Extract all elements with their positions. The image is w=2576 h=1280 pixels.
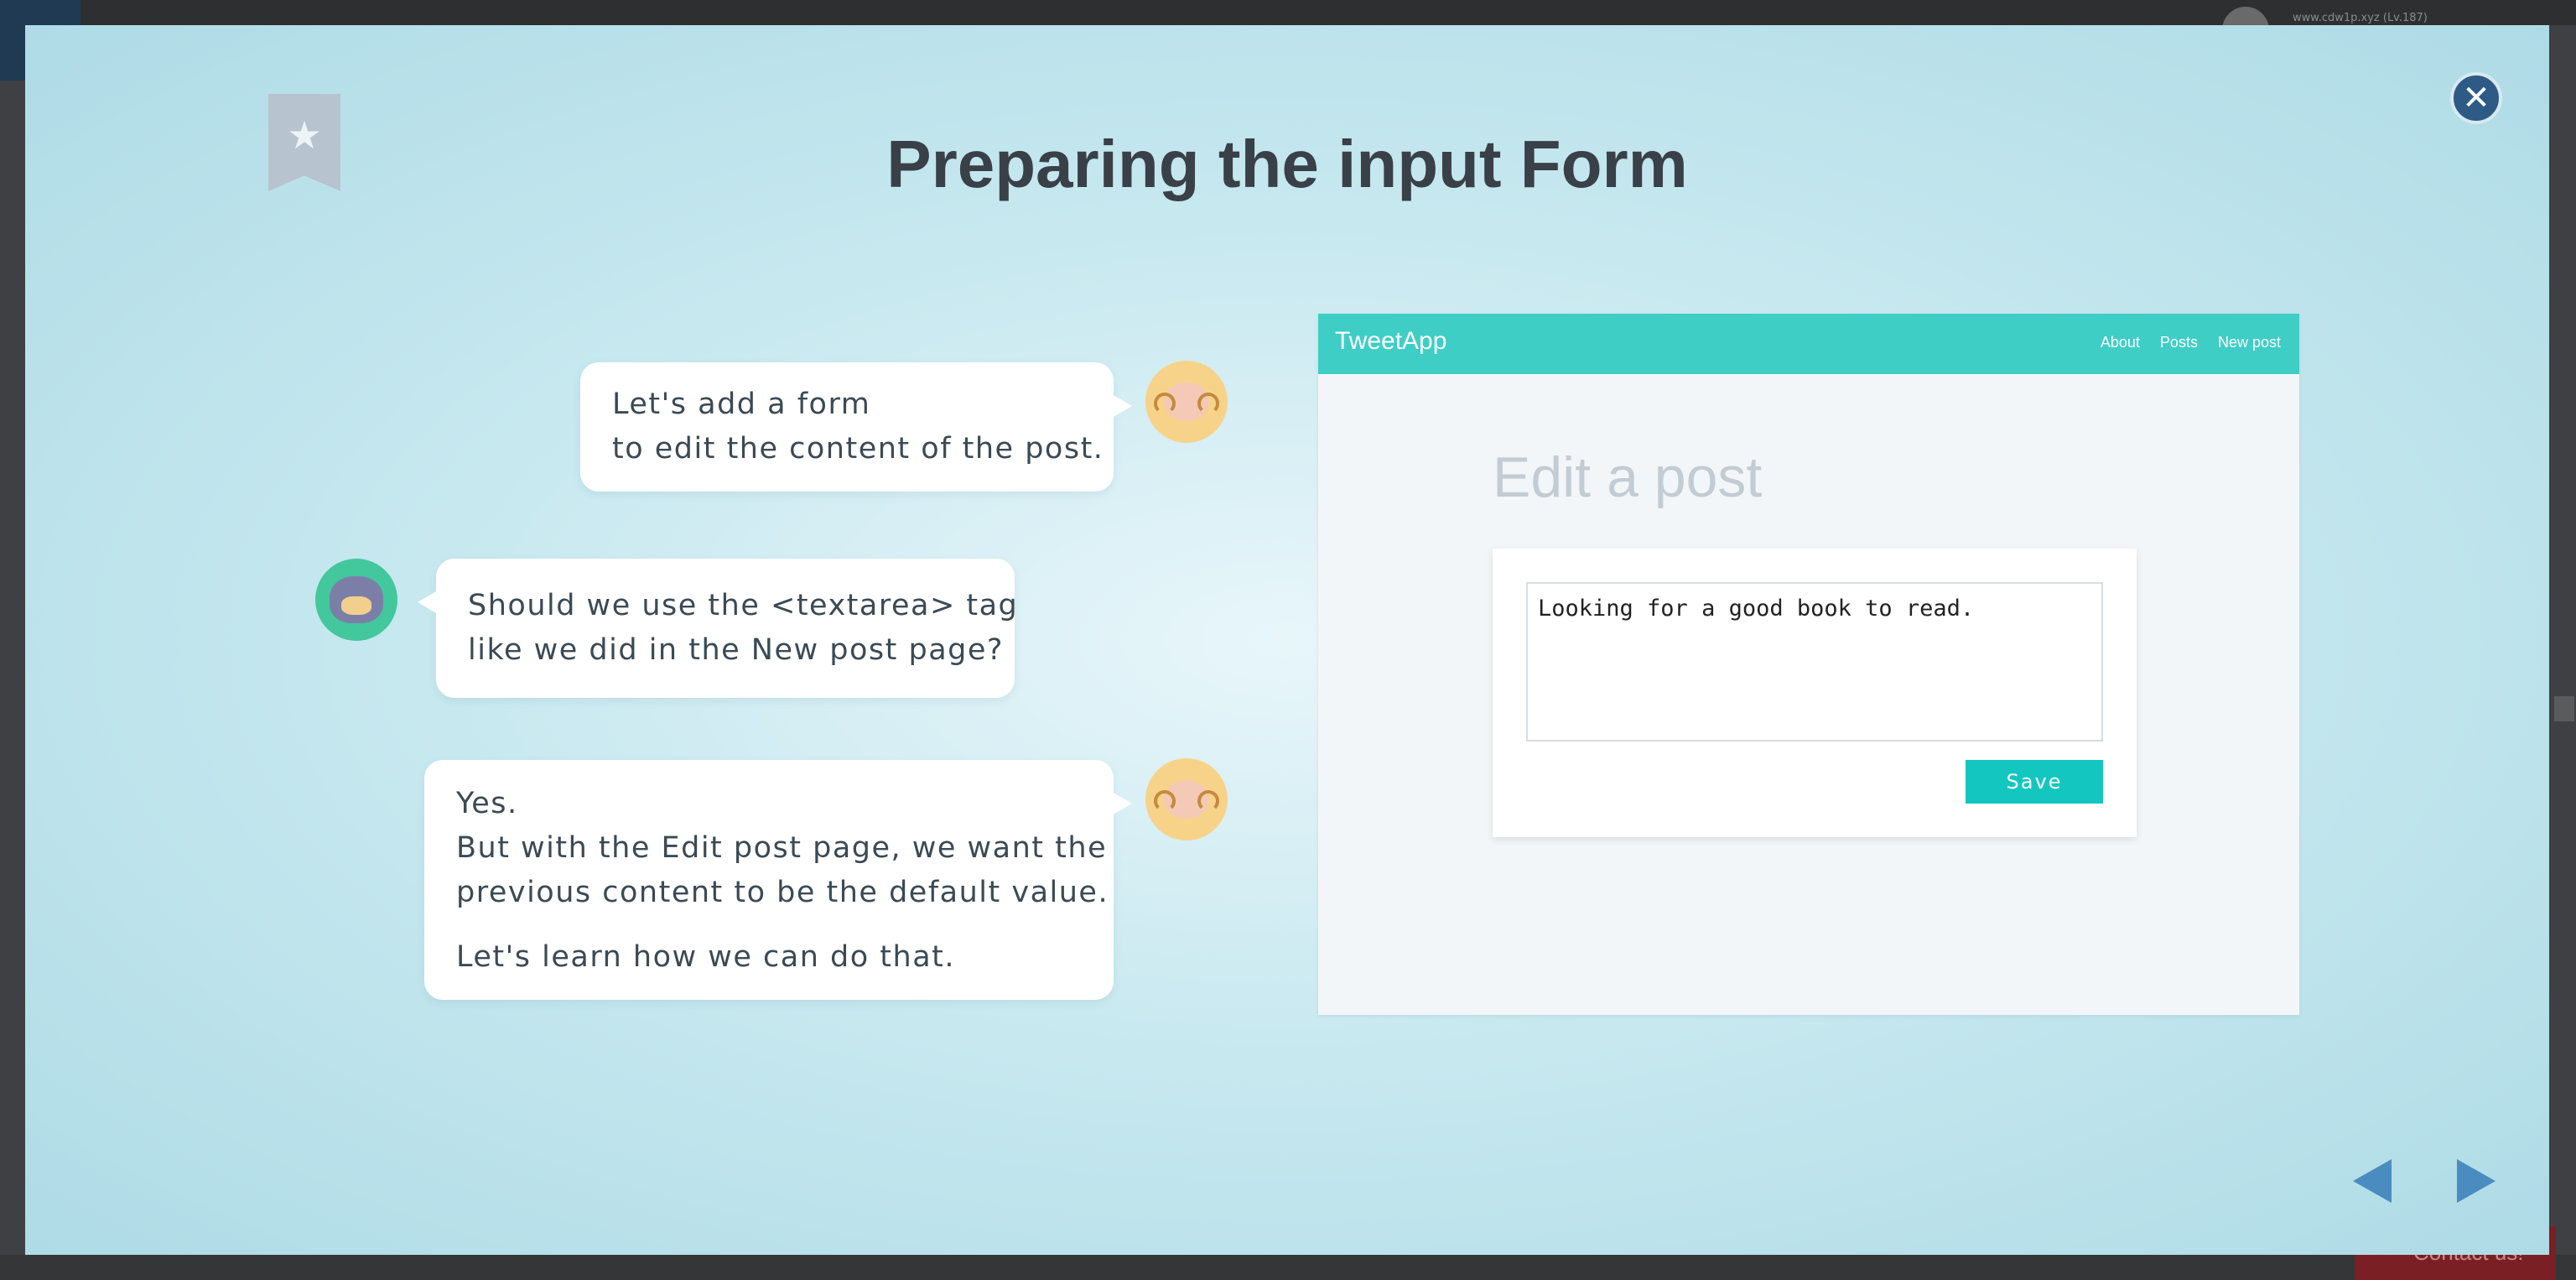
bubble-line: But with the Edit post page, we want the — [456, 831, 1108, 865]
bubble-line: previous content to be the default value… — [456, 876, 1109, 909]
cat-avatar-icon — [315, 559, 397, 641]
slide-modal: ★ ✕ Preparing the input Form Let's add a… — [25, 25, 2549, 1255]
sheep-avatar-icon — [1145, 758, 1228, 840]
save-button[interactable]: Save — [1966, 760, 2103, 804]
background-topbar — [0, 0, 2576, 25]
bubble-line: Let's learn how we can do that. — [456, 940, 955, 974]
user-label: www.cdw1p.xyz (Lv.187) — [2293, 12, 2428, 24]
close-x-icon: ✕ — [2462, 79, 2490, 117]
preview-heading: Edit a post — [1493, 445, 1763, 509]
bubble-line: Yes. — [456, 787, 518, 820]
chat-bubble-sheep-2: Yes. But with the Edit post page, we wan… — [424, 760, 1132, 1000]
chat-bubble-sheep-1: Let's add a form to edit the content of … — [580, 362, 1132, 492]
preview-header: TweetApp About Posts New post — [1318, 314, 2299, 374]
close-button[interactable]: ✕ — [2450, 72, 2502, 124]
preview-nav-links: About Posts New post — [2101, 334, 2281, 351]
background-scrollbar — [2554, 696, 2574, 721]
bubble-line: Let's add a form — [612, 388, 871, 421]
bubble-line: Should we use the <textarea> tag — [468, 589, 1019, 622]
preview-form-card: Looking for a good book to read. Save — [1493, 549, 2137, 837]
triangle-left-icon[interactable] — [2353, 1159, 2392, 1203]
preview-link-posts[interactable]: Posts — [2160, 334, 2198, 351]
preview-brand: TweetApp — [1335, 327, 1447, 355]
bubble-line: to edit the content of the post. — [612, 432, 1104, 466]
bubble-line: like we did in the New post page? — [468, 633, 1004, 667]
triangle-right-icon[interactable] — [2457, 1159, 2496, 1203]
sheep-avatar-icon — [1145, 361, 1228, 443]
preview-link-new-post[interactable]: New post — [2218, 334, 2281, 351]
post-content-textarea[interactable]: Looking for a good book to read. — [1526, 582, 2103, 741]
preview-link-about[interactable]: About — [2101, 334, 2140, 351]
background-bottombar — [0, 1255, 2576, 1280]
slide-title: Preparing the input Form — [886, 127, 1688, 201]
chat-bubble-cat: Should we use the <textarea> tag like we… — [418, 559, 1019, 698]
tweetapp-preview: TweetApp About Posts New post Edit a pos… — [1318, 314, 2299, 1015]
